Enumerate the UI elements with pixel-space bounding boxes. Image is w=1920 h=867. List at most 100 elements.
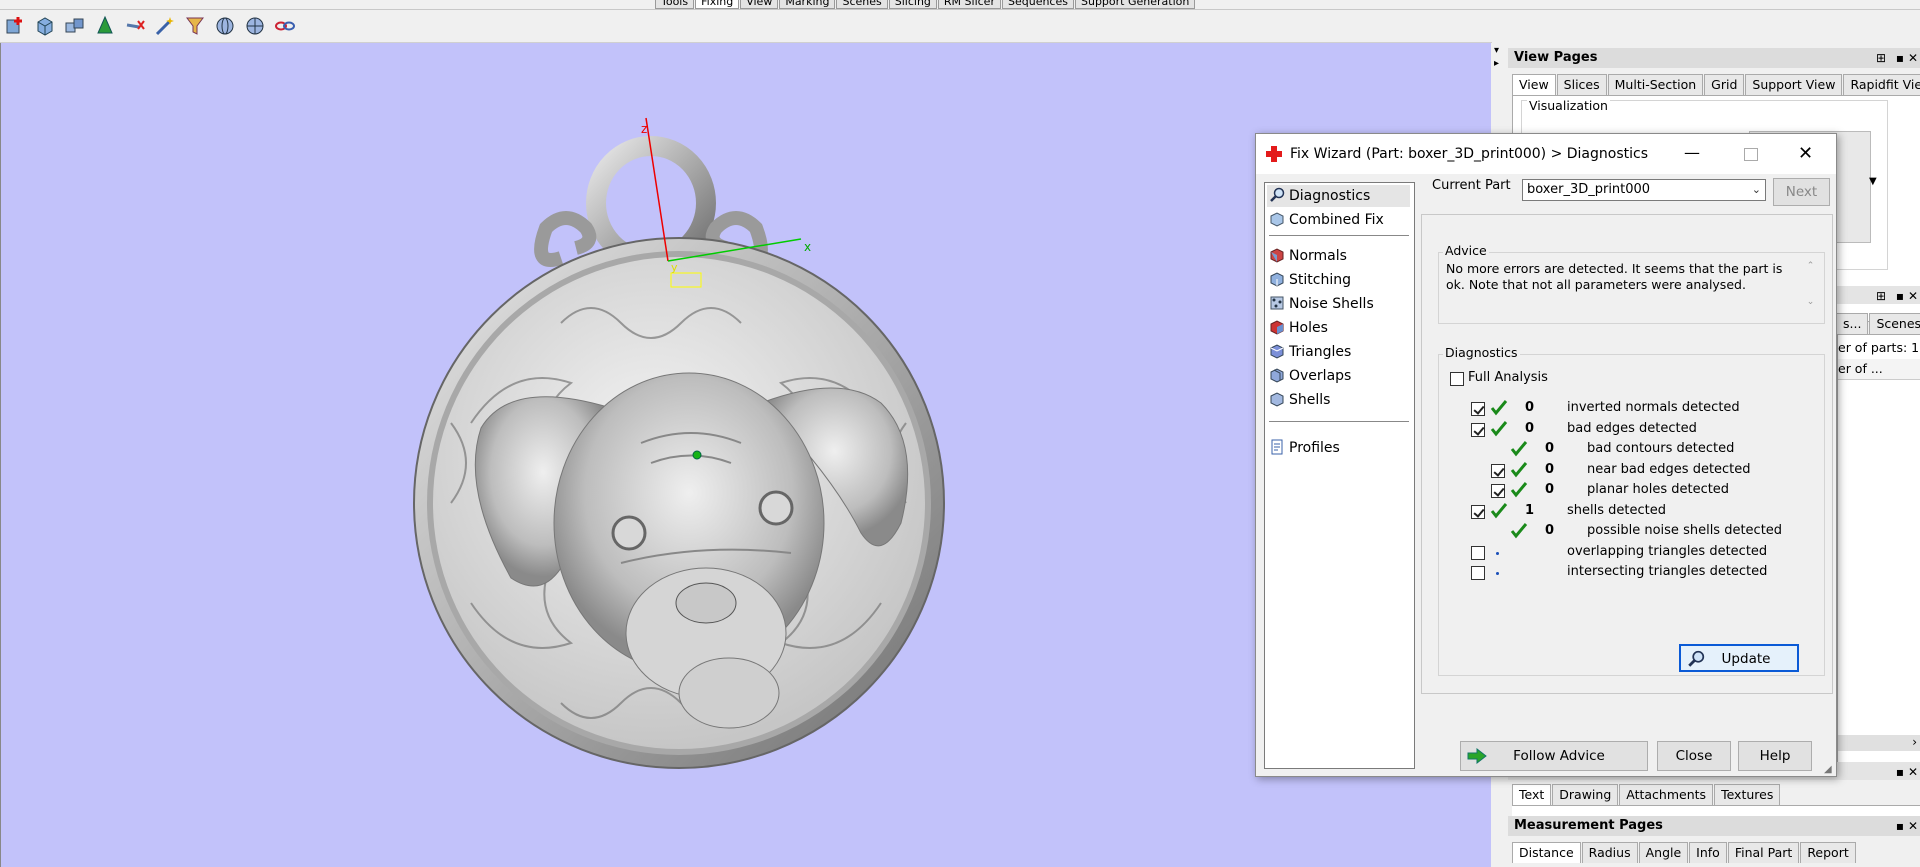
float-icon[interactable]: ▪	[1896, 48, 1904, 68]
update-label: Update	[1721, 651, 1771, 667]
cube-icon[interactable]	[34, 15, 56, 37]
follow-advice-button[interactable]: Follow Advice	[1460, 741, 1648, 771]
menu-tab-tools[interactable]: Tools	[655, 0, 695, 9]
tab-drawing[interactable]: Drawing	[1552, 784, 1619, 805]
nav-item-normals[interactable]: Normals	[1269, 245, 1347, 267]
chevron-right-icon[interactable]: ›	[1912, 735, 1917, 749]
pin-icon[interactable]: ⊞	[1876, 48, 1886, 68]
diagnostic-count: 0	[1525, 400, 1535, 415]
menu-tab-strip: Tools Fixing View Marking Scenes Slicing RM Sl…	[0, 0, 1920, 10]
add-part-icon[interactable]	[4, 15, 26, 37]
triangles-cube-icon	[1270, 344, 1284, 359]
axis-y-label: y	[671, 261, 678, 274]
resize-grip[interactable]: ◢	[1824, 764, 1832, 775]
pin-icon[interactable]: ⊞	[1876, 286, 1886, 306]
sphere-icon[interactable]	[214, 15, 236, 37]
float-icon[interactable]: ▪	[1896, 286, 1904, 306]
nav-separator	[1269, 235, 1409, 236]
nav-item-noise-shells[interactable]: Noise Shells	[1269, 293, 1374, 315]
diagnostic-checkbox[interactable]	[1471, 566, 1485, 580]
tab-final-part[interactable]: Final Part	[1727, 842, 1800, 863]
diagnostic-checkbox[interactable]	[1471, 545, 1485, 560]
diagnostic-checkbox[interactable]	[1471, 402, 1485, 416]
diagnostic-checkbox[interactable]	[1471, 422, 1485, 437]
tab-report[interactable]: Report	[1800, 842, 1856, 863]
tab-rapidfit-view[interactable]: Rapidfit View	[1843, 74, 1920, 95]
menu-tab-rm-slicer[interactable]: RM Slicer	[937, 0, 1001, 9]
menu-tab-sequences[interactable]: Sequences	[1001, 0, 1074, 9]
diagnostic-checkbox[interactable]	[1471, 504, 1485, 519]
menu-tab-view[interactable]: View	[740, 0, 779, 9]
advice-scrollbar[interactable]: ⌃ ⌄	[1803, 261, 1818, 317]
close-icon[interactable]: ✕	[1908, 286, 1918, 306]
current-part-select[interactable]: boxer_3D_print000 ⌄	[1522, 179, 1766, 201]
check-mark-icon	[1490, 420, 1508, 436]
close-icon[interactable]: ✕	[1908, 816, 1918, 836]
tab-info[interactable]: Info	[1689, 842, 1727, 863]
tab-support-view[interactable]: Support View	[1745, 74, 1843, 95]
visualization-label: Visualization	[1527, 98, 1610, 113]
update-button[interactable]: Update	[1679, 644, 1799, 672]
nav-label: Stitching	[1289, 272, 1351, 288]
menu-tab-slicing[interactable]: Slicing	[888, 0, 937, 9]
profiles-page-icon	[1271, 439, 1283, 455]
funnel-icon[interactable]	[184, 15, 206, 37]
tab-attachments[interactable]: Attachments	[1619, 784, 1714, 805]
menu-tab-support-generation[interactable]: Support Generation	[1074, 0, 1196, 9]
nav-item-diagnostics[interactable]: Diagnostics	[1269, 185, 1370, 207]
nav-label: Triangles	[1289, 344, 1352, 360]
tab-multi-section[interactable]: Multi-Section	[1607, 74, 1704, 95]
menu-tab-scenes[interactable]: Scenes	[836, 0, 888, 9]
number-of-parts: er of parts: 1	[1838, 340, 1920, 355]
diagnostic-count: 1	[1525, 502, 1535, 518]
nav-item-overlaps[interactable]: Overlaps	[1269, 365, 1351, 387]
wand-icon[interactable]	[154, 15, 176, 37]
menu-tab-fixing[interactable]: Fixing	[695, 0, 740, 9]
check-mark-icon	[1510, 441, 1528, 457]
text-panel-content	[1512, 805, 1920, 816]
close-button[interactable]: Close	[1657, 741, 1731, 771]
menu-tab-marking[interactable]: Marking	[779, 0, 836, 9]
tab-partial[interactable]: s...	[1837, 313, 1869, 334]
tab-grid[interactable]: Grid	[1704, 74, 1745, 95]
nav-item-profiles[interactable]: Profiles	[1269, 437, 1340, 459]
full-analysis-checkbox[interactable]	[1450, 372, 1464, 386]
nav-label: Holes	[1289, 320, 1328, 336]
tab-view[interactable]: View	[1512, 74, 1556, 95]
magnifier-icon	[1688, 650, 1705, 667]
minimize-icon[interactable]: —	[1684, 133, 1700, 173]
nav-item-combined-fix[interactable]: Combined Fix	[1269, 209, 1384, 231]
cone-icon[interactable]	[94, 15, 116, 37]
sphere-icon[interactable]	[244, 15, 266, 37]
dialog-title-bar[interactable]: Fix Wizard (Part: boxer_3D_print000) > D…	[1256, 134, 1836, 174]
tab-distance[interactable]: Distance	[1512, 842, 1581, 863]
next-button[interactable]: Next	[1773, 178, 1830, 206]
tab-textures[interactable]: Textures	[1714, 784, 1781, 805]
diagnostic-checkbox[interactable]	[1491, 463, 1505, 478]
dock-collapse-arrows[interactable]: ▾ ▸	[1492, 43, 1506, 83]
maximize-icon[interactable]	[1744, 148, 1758, 161]
cubes-icon[interactable]	[64, 15, 86, 37]
tab-text[interactable]: Text	[1512, 784, 1552, 805]
dropdown-arrow-icon[interactable]: ▼	[1869, 176, 1877, 187]
nav-item-stitching[interactable]: Stitching	[1269, 269, 1351, 291]
diagnostic-label: planar holes detected	[1587, 482, 1730, 497]
tab-radius[interactable]: Radius	[1581, 842, 1638, 863]
nav-item-shells[interactable]: Shells	[1269, 389, 1330, 411]
nav-item-triangles[interactable]: Triangles	[1269, 341, 1351, 363]
tab-slices[interactable]: Slices	[1556, 74, 1607, 95]
tab-angle[interactable]: Angle	[1638, 842, 1689, 863]
close-icon[interactable]: ✕	[1798, 134, 1813, 174]
chevron-down-icon: ⌄	[1751, 183, 1761, 196]
horizontal-scrollbar[interactable]: ›	[1838, 735, 1920, 751]
float-icon[interactable]: ▪	[1896, 816, 1904, 836]
close-icon[interactable]: ✕	[1908, 48, 1918, 68]
close-icon[interactable]: ✕	[1908, 762, 1918, 782]
tab-scenes[interactable]: Scenes	[1869, 313, 1920, 334]
link-icon[interactable]	[274, 15, 296, 37]
help-button[interactable]: Help	[1738, 741, 1812, 771]
diagnostic-checkbox[interactable]	[1491, 484, 1505, 498]
nav-item-holes[interactable]: Holes	[1269, 317, 1328, 339]
remove-icon[interactable]	[124, 15, 146, 37]
float-icon[interactable]: ▪	[1896, 762, 1904, 782]
